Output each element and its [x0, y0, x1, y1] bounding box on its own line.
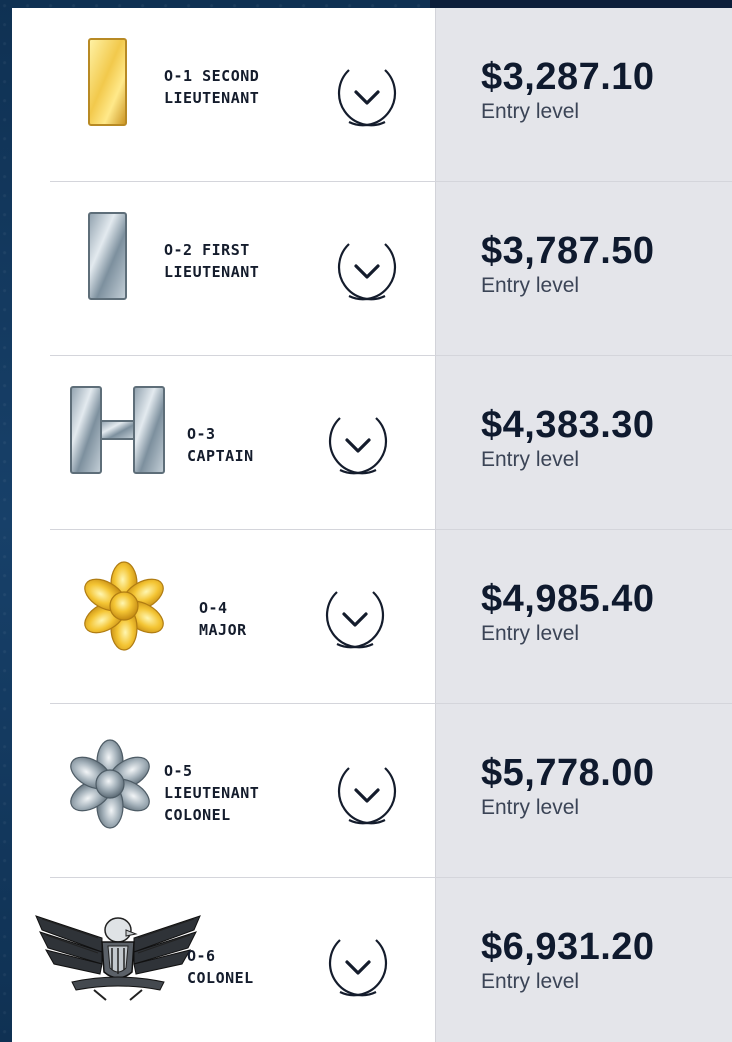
- pay-note: Entry level: [481, 970, 580, 993]
- pay-amount: $3,787.50: [481, 230, 655, 272]
- pay-note: Entry level: [481, 796, 580, 819]
- rank-label: O-2 FIRST LIEUTENANT: [164, 241, 260, 281]
- rank-label: O-6 COLONEL: [187, 947, 254, 987]
- rank-label: O-1 SECOND LIEUTENANT: [164, 67, 260, 107]
- pay-note: Entry level: [481, 448, 580, 471]
- rank-label: O-5 LIEUTENANT COLONEL: [164, 762, 260, 824]
- gold-oak-leaf-icon: [84, 561, 164, 651]
- rank-row-o5: O-5 LIEUTENANT COLONEL $5,778.00 Entry l…: [12, 704, 732, 878]
- pay-note: Entry level: [481, 274, 580, 297]
- rank-row-o1: O-1 SECOND LIEUTENANT $3,287.10 Entry le…: [12, 8, 732, 182]
- pay-amount: $4,985.40: [481, 578, 655, 620]
- rank-row-o2: O-2 FIRST LIEUTENANT $3,787.50 Entry lev…: [12, 182, 732, 356]
- chevron-down-icon[interactable]: [320, 406, 396, 482]
- rank-label: O-4 MAJOR: [199, 599, 247, 639]
- pay-amount: $3,287.10: [481, 56, 655, 98]
- pay-amount: $4,383.30: [481, 404, 655, 446]
- chevron-down-icon[interactable]: [329, 756, 405, 832]
- pay-note: Entry level: [481, 622, 580, 645]
- eagle-icon: [35, 915, 201, 1001]
- chevron-down-icon[interactable]: [329, 58, 405, 134]
- chevron-down-icon[interactable]: [329, 232, 405, 308]
- pay-note: Entry level: [481, 100, 580, 123]
- rank-label: O-3 CAPTAIN: [187, 425, 254, 465]
- silver-bar-icon: [88, 212, 127, 300]
- silver-oak-leaf-icon: [70, 739, 150, 829]
- rank-row-o6: O-6 COLONEL $6,931.20 Entry level: [12, 878, 732, 1042]
- pay-table-panel: O-1 SECOND LIEUTENANT $3,287.10 Entry le…: [12, 8, 732, 1042]
- rank-row-o4: O-4 MAJOR $4,985.40 Entry level: [12, 530, 732, 704]
- gold-bar-icon: [88, 38, 127, 126]
- double-silver-bar-icon: [70, 386, 165, 474]
- pay-amount: $5,778.00: [481, 752, 655, 794]
- pay-amount: $6,931.20: [481, 926, 655, 968]
- chevron-down-icon[interactable]: [317, 580, 393, 656]
- rank-row-o3: O-3 CAPTAIN $4,383.30 Entry level: [12, 356, 732, 530]
- chevron-down-icon[interactable]: [320, 928, 396, 1004]
